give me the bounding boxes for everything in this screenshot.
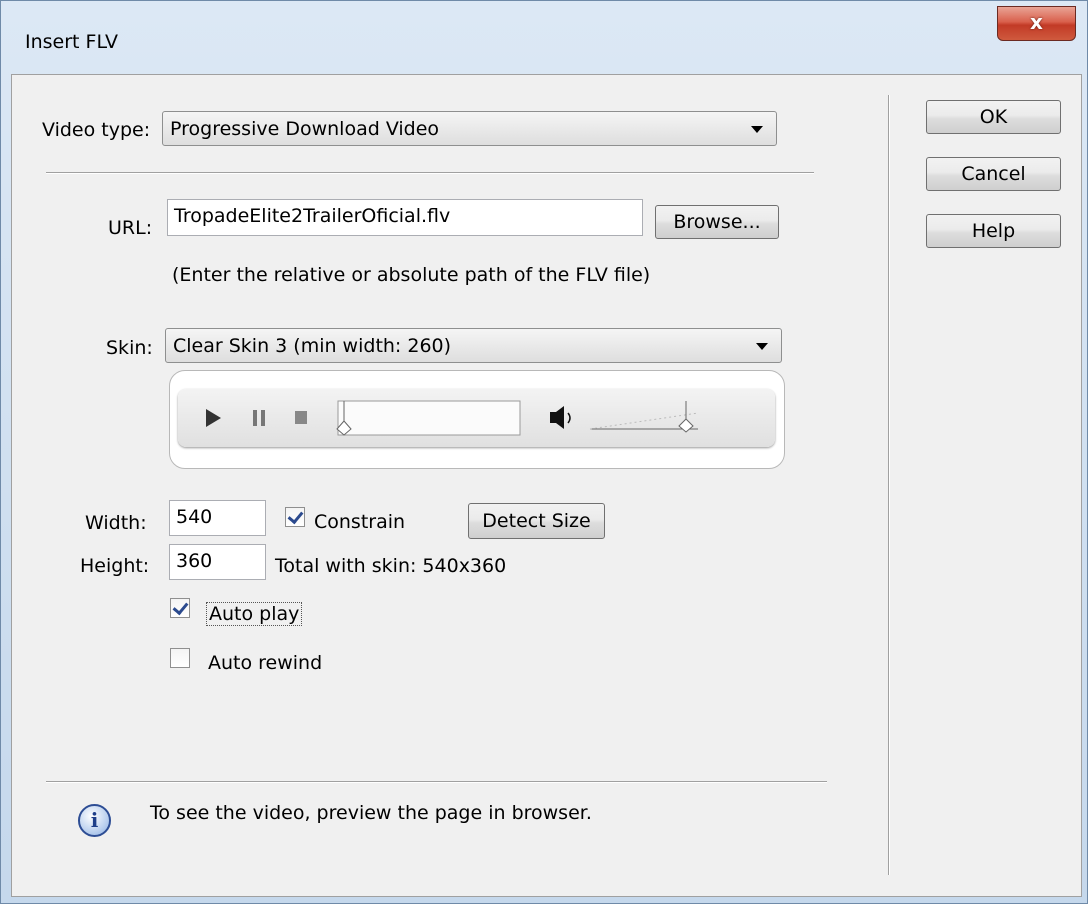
chevron-down-icon (751, 126, 763, 133)
dialog-window: Insert FLV x Video type: Progressive Dow… (0, 0, 1088, 904)
video-type-label: Video type: (42, 119, 151, 141)
chevron-down-icon (756, 343, 768, 350)
skin-preview (169, 370, 785, 469)
height-input[interactable]: 360 (169, 544, 266, 580)
info-text: To see the video, preview the page in br… (150, 802, 592, 824)
detect-size-button[interactable]: Detect Size (468, 503, 605, 539)
height-label: Height: (80, 555, 150, 577)
bottom-divider (46, 781, 827, 783)
url-hint: (Enter the relative or absolute path of … (172, 264, 651, 286)
constrain-label: Constrain (314, 511, 406, 533)
auto-play-label[interactable]: Auto play (206, 602, 303, 626)
width-label: Width: (85, 512, 147, 534)
top-divider (46, 172, 814, 174)
help-button[interactable]: Help (926, 214, 1061, 248)
skin-select[interactable]: Clear Skin 3 (min width: 260) (165, 328, 782, 363)
ok-button[interactable]: OK (926, 100, 1061, 134)
pause-icon-left (253, 410, 257, 426)
url-input[interactable]: TropadeElite2TrailerOficial.flv (167, 199, 643, 236)
auto-rewind-label[interactable]: Auto rewind (208, 652, 322, 674)
volume-icon-body (550, 412, 556, 423)
skin-controls-bar (178, 389, 775, 447)
auto-rewind-checkbox[interactable] (170, 648, 190, 668)
skin-preview-graphic (206, 400, 699, 436)
volume-icon-cone (556, 406, 564, 429)
width-input[interactable]: 540 (169, 500, 266, 536)
volume-handle-icon (678, 401, 694, 433)
skin-label: Skin: (106, 337, 153, 359)
cancel-button[interactable]: Cancel (926, 157, 1061, 191)
dialog-client-area: Video type: Progressive Download Video U… (11, 74, 1082, 897)
close-button[interactable]: x (997, 6, 1076, 41)
browse-button[interactable]: Browse... (655, 205, 779, 239)
seek-track (337, 400, 521, 436)
info-icon: i (78, 804, 111, 837)
volume-icon-wave (567, 412, 571, 424)
skin-value: Clear Skin 3 (min width: 260) (173, 335, 452, 357)
video-type-value: Progressive Download Video (170, 118, 440, 140)
stop-icon (295, 411, 307, 424)
vertical-divider (888, 95, 890, 875)
constrain-checkbox[interactable] (285, 507, 305, 527)
total-with-skin-text: Total with skin: 540x360 (275, 555, 507, 577)
close-icon: x (1030, 10, 1043, 34)
video-type-select[interactable]: Progressive Download Video (162, 111, 777, 146)
auto-play-checkbox[interactable] (170, 598, 190, 618)
url-label: URL: (108, 217, 153, 239)
window-title: Insert FLV (25, 31, 118, 53)
play-icon (206, 409, 221, 427)
pause-icon-right (261, 410, 265, 426)
